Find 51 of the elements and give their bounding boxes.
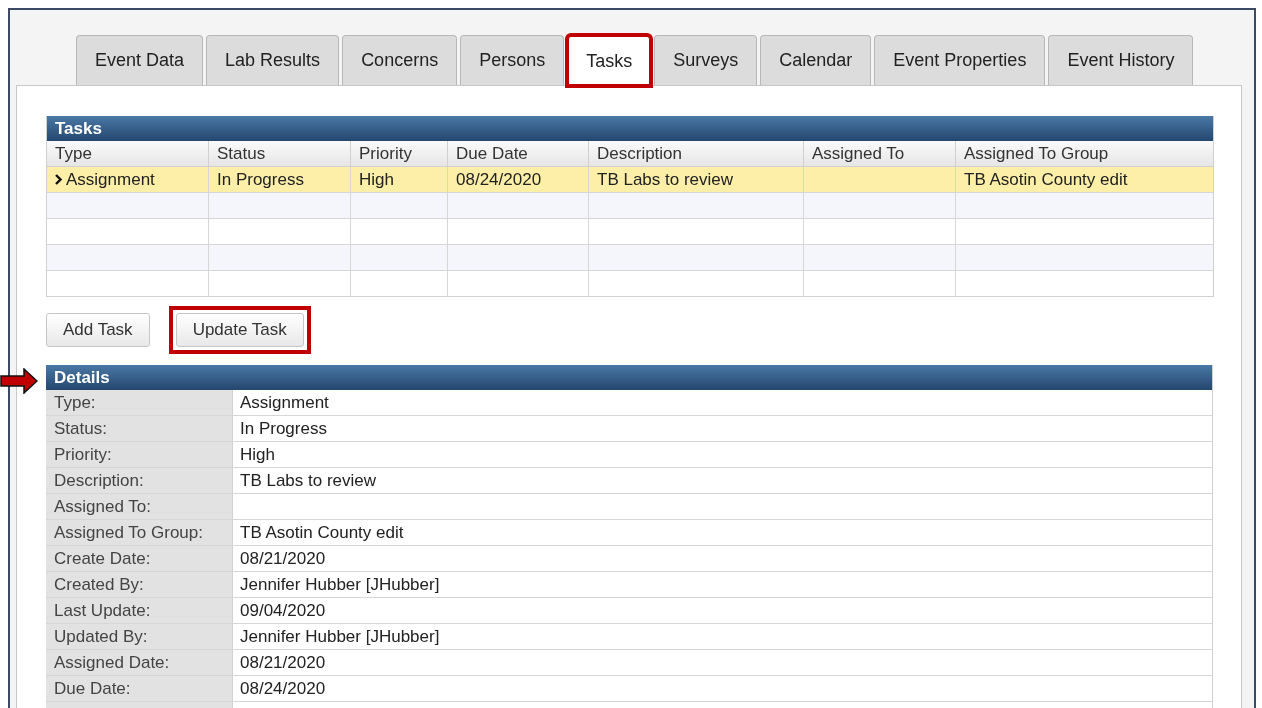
field-value: TB Labs to review [240,471,377,490]
field-value: Jennifer Hubber [JHubber] [240,627,440,646]
field-label: Created By: [54,575,144,594]
tab[interactable]: Persons [460,35,565,85]
field-value: Jennifer Hubber [JHubber] [240,575,440,594]
field-label: Status: [54,419,107,438]
field-value: High [240,445,275,464]
column-header[interactable]: Assigned To [804,141,956,166]
tab[interactable]: Calendar [760,35,872,85]
tab[interactable]: Lab Results [206,35,340,85]
field-value: 08/21/2020 [240,549,326,568]
table-cell-text: TB Asotin County edit [964,168,1128,191]
table-cell-text: TB Labs to review [597,168,734,191]
tab[interactable]: Event Properties [874,35,1046,85]
field-value: 09/04/2020 [240,601,326,620]
tab[interactable]: Surveys [654,35,758,85]
table-cell-text: Assignment [66,168,155,191]
chevron-icon [55,174,62,185]
field-label: Type: [54,393,96,412]
tab[interactable]: Tasks [567,35,652,86]
field-label: Last Update: [54,601,151,620]
task-button[interactable]: Update Task [175,313,304,347]
field-value: In Progress [240,419,327,438]
tab[interactable]: Event History [1048,35,1194,85]
column-header[interactable]: Assigned To Group [956,141,1212,166]
field-value: 08/21/2020 [240,653,326,672]
field-label: Assigned Date: [54,653,170,672]
table-cell-text: 08/24/2020 [456,168,542,191]
column-header[interactable]: Status [209,141,351,166]
column-header[interactable]: Priority [351,141,448,166]
field-label: Due Date: [54,679,131,698]
details-title: Details [46,365,1212,390]
field-label: Assigned To: [54,497,152,516]
column-header[interactable]: Description [589,141,804,166]
table-title: Tasks [47,116,1213,141]
field-label: Priority: [54,445,112,464]
task-button[interactable]: Add Task [46,313,150,347]
table-cell-text: High [359,168,394,191]
field-value: Assignment [240,393,329,412]
field-label: Description: [54,471,144,490]
field-label: Assigned To Group: [54,523,203,542]
table-row[interactable]: Assignment In Progress High 08/24/2020 TB Labs to review TB Asotin County edit [47,167,1213,193]
column-header[interactable]: Due Date [448,141,589,166]
tab[interactable]: Event Data [76,35,204,85]
tab[interactable]: Concerns [342,35,458,85]
table-cell-text: In Progress [217,168,304,191]
field-label: Create Date: [54,549,151,568]
field-label: Updated By: [54,627,148,646]
field-value: TB Asotin County edit [240,523,404,542]
field-value: 08/24/2020 [240,679,326,698]
column-header[interactable]: Type [47,141,209,166]
